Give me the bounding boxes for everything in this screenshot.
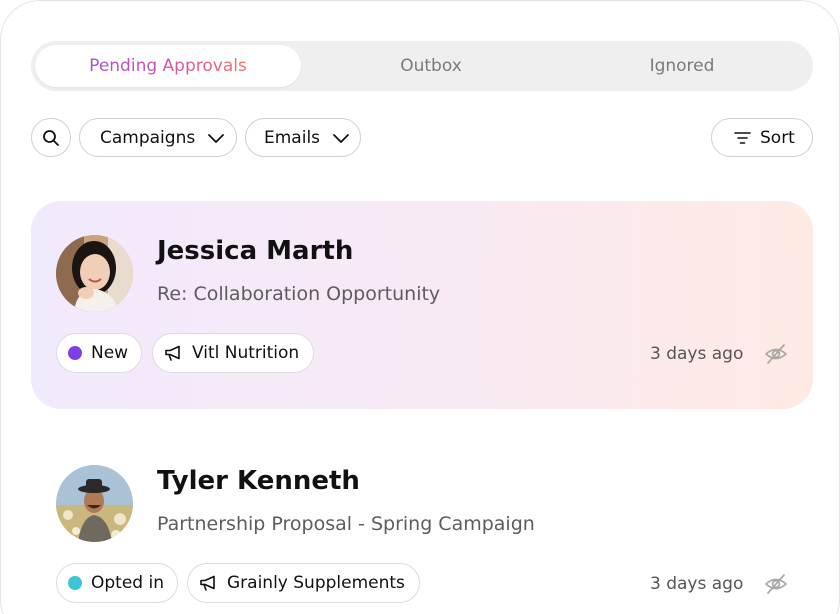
tab-ignored[interactable]: Ignored [551, 45, 813, 87]
ignore-button[interactable] [764, 342, 788, 366]
tab-bar: Pending Approvals Outbox Ignored [31, 41, 813, 91]
sort-button[interactable]: Sort [711, 118, 813, 157]
email-subject: Re: Collaboration Opportunity [157, 283, 441, 305]
tab-label: Ignored [649, 56, 715, 76]
sender-name: Tyler Kenneth [157, 466, 360, 496]
campaign-badge[interactable]: Vitl Nutrition [152, 333, 315, 373]
status-dot [68, 346, 82, 360]
eye-off-icon [765, 344, 787, 364]
tab-label: Outbox [400, 56, 462, 76]
email-subject: Partnership Proposal - Spring Campaign [157, 513, 535, 535]
sort-icon [734, 131, 751, 144]
eye-off-icon [765, 574, 787, 594]
emails-filter[interactable]: Emails [245, 118, 361, 157]
status-badge: Opted in [56, 563, 178, 603]
campaign-label: Vitl Nutrition [192, 343, 300, 363]
tab-label: Pending Approvals [89, 56, 247, 76]
ignore-button[interactable] [764, 572, 788, 596]
status-dot [68, 576, 82, 590]
emails-filter-label: Emails [264, 127, 321, 148]
search-icon [43, 129, 59, 146]
campaigns-filter-label: Campaigns [100, 127, 196, 148]
megaphone-icon [165, 345, 180, 361]
filter-bar: Campaigns Emails Sort [31, 118, 813, 158]
list-item[interactable]: Jessica Marth Re: Collaboration Opportun… [31, 201, 813, 409]
status-label: Opted in [91, 573, 164, 593]
status-label: New [91, 343, 129, 363]
sender-name: Jessica Marth [157, 236, 354, 266]
search-button[interactable] [31, 118, 71, 157]
campaign-badge[interactable]: Grainly Supplements [187, 563, 420, 603]
campaign-label: Grainly Supplements [227, 573, 405, 593]
tab-outbox[interactable]: Outbox [301, 45, 561, 87]
app-panel: Pending Approvals Outbox Ignored Campaig… [0, 0, 840, 614]
list-item[interactable]: Tyler Kenneth Partnership Proposal - Spr… [31, 431, 813, 614]
status-badge: New [56, 333, 143, 373]
tab-pending-approvals[interactable]: Pending Approvals [35, 45, 301, 87]
avatar [56, 235, 133, 312]
timestamp: 3 days ago [650, 574, 744, 594]
avatar [56, 465, 133, 542]
timestamp: 3 days ago [650, 344, 744, 364]
megaphone-icon [200, 575, 215, 591]
chevron-down-icon [333, 133, 349, 143]
sort-label: Sort [760, 127, 795, 148]
campaigns-filter[interactable]: Campaigns [79, 118, 237, 157]
chevron-down-icon [208, 133, 225, 143]
